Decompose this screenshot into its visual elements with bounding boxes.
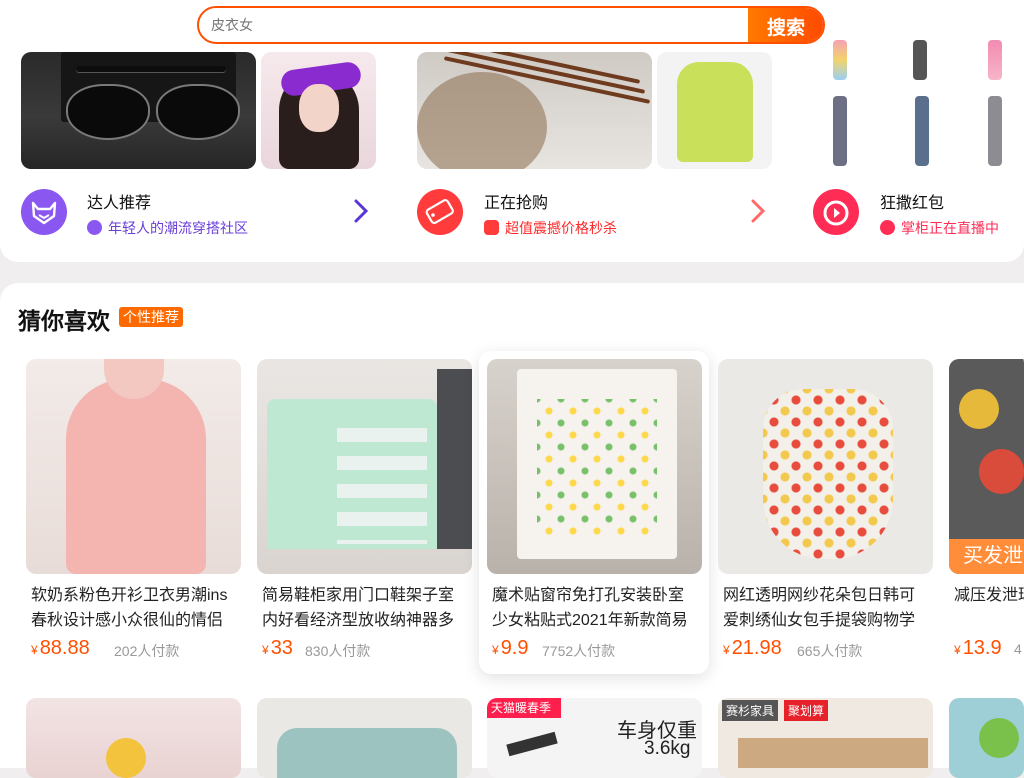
product-sales: 4 <box>1014 641 1022 657</box>
search-button[interactable]: 搜索 <box>748 8 823 42</box>
product-title[interactable]: 软奶系粉色开衫卫衣男潮ins春秋设计感小众很仙的情侣 <box>31 583 236 633</box>
product-card[interactable]: 网红透明网纱花朵包日韩可爱刺绣仙女包手提袋购物学 ¥21.98 665人付款 <box>710 351 940 674</box>
product-image[interactable] <box>26 359 241 574</box>
product-card[interactable]: 简易鞋柜家用门口鞋架子室内好看经济型放收纳神器多 ¥33 830人付款 <box>249 351 479 674</box>
channel-title-redpacket[interactable]: 狂撒红包 <box>880 189 944 213</box>
channel-subtitle-flash: 超值震撼价格秒杀 <box>484 218 617 238</box>
fox-icon[interactable] <box>21 189 67 235</box>
product-image[interactable] <box>949 698 1024 778</box>
green-shirt-image[interactable] <box>657 52 772 169</box>
product-price: ¥21.98 <box>723 637 782 659</box>
product-card[interactable]: 软奶系粉色开衫卫衣男潮ins春秋设计感小众很仙的情侣 ¥88.88 202人付款 <box>18 351 248 674</box>
down-arrow-icon <box>484 220 499 235</box>
chevron-right-icon[interactable] <box>749 198 767 224</box>
product-sales: 665人付款 <box>797 643 863 659</box>
channel-subtitle-talent: 年轻人的潮流穿搭社区 <box>87 218 248 238</box>
channel-title-talent[interactable]: 达人推荐 <box>87 189 151 213</box>
sale-tag-icon[interactable] <box>417 189 463 235</box>
product-image[interactable]: 买发泄 <box>949 359 1024 574</box>
product-sales: 202人付款 <box>114 643 180 659</box>
product-title[interactable]: 减压发泄球葡萄球 <box>954 583 1024 633</box>
channel-title-flash[interactable]: 正在抢购 <box>484 189 548 213</box>
search-bar: 搜索 <box>197 6 825 44</box>
product-image[interactable] <box>26 698 241 778</box>
product-image[interactable]: 天猫暖春季 车身仅重 3.6kg <box>487 698 702 778</box>
diamond-icon <box>87 220 102 235</box>
chevron-right-icon[interactable] <box>352 198 370 224</box>
product-image[interactable] <box>257 359 472 574</box>
product-price: ¥33 <box>262 637 293 659</box>
product-sales: 830人付款 <box>305 643 371 659</box>
product-image[interactable] <box>487 359 702 574</box>
section-title: 猜你喜欢 <box>18 308 110 334</box>
product-title[interactable]: 魔术贴窗帘免打孔安装卧室少女粘贴式2021年新款简易 <box>492 583 697 633</box>
live-icon[interactable] <box>813 189 859 235</box>
product-image[interactable] <box>718 359 933 574</box>
girl-scarf-image[interactable] <box>261 52 376 169</box>
product-card[interactable]: 魔术贴窗帘免打孔安装卧室少女粘贴式2021年新款简易 ¥9.9 7752人付款 <box>479 351 709 674</box>
product-price: ¥13.9 <box>954 637 1002 659</box>
watch-bands-image[interactable] <box>813 40 1024 169</box>
personalized-tag: 个性推荐 <box>119 307 183 327</box>
product-title[interactable]: 简易鞋柜家用门口鞋架子室内好看经济型放收纳神器多 <box>262 583 467 633</box>
product-price: ¥9.9 <box>492 637 529 659</box>
product-image[interactable] <box>257 698 472 778</box>
product-title[interactable]: 网红透明网纱花朵包日韩可爱刺绣仙女包手提袋购物学 <box>723 583 928 633</box>
channel-subtitle-redpacket: 掌柜正在直播中 <box>880 218 999 238</box>
chopsticks-image[interactable] <box>417 52 652 169</box>
heart-icon <box>880 220 895 235</box>
sunglasses-image[interactable] <box>21 52 256 169</box>
product-price: ¥88.88 <box>31 637 90 659</box>
search-input[interactable] <box>199 8 763 42</box>
product-card[interactable]: 买发泄 减压发泄球葡萄球 ¥13.9 4 <box>941 351 1024 674</box>
product-image[interactable]: 赛杉家具 聚划算 <box>718 698 933 778</box>
product-sales: 7752人付款 <box>542 643 616 659</box>
